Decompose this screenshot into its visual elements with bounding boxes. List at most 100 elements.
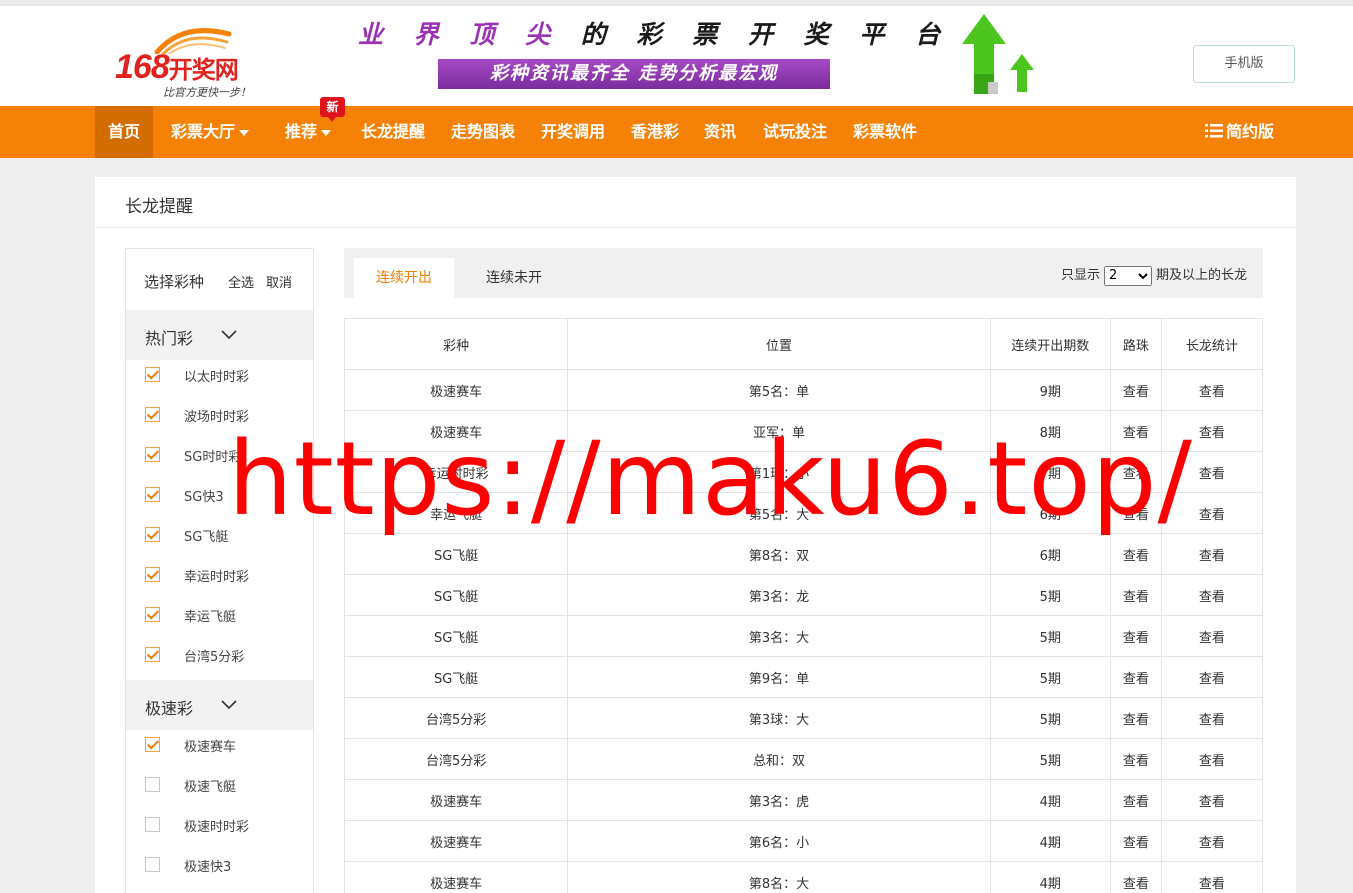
simple-version-button[interactable]: 简约版	[1205, 106, 1274, 158]
nav-trial-bet[interactable]: 试玩投注	[763, 106, 827, 158]
simple-version-label: 简约版	[1226, 122, 1275, 141]
chevron-down-icon	[221, 700, 237, 710]
nav-lottery-hall[interactable]: 彩票大厅	[171, 106, 250, 158]
roadmap-link[interactable]: 查看	[1109, 656, 1162, 698]
roadmap-link[interactable]: 查看	[1109, 738, 1162, 780]
tab-bar: 连续开出 连续未开 只显示2345678910期及以上的长龙	[344, 248, 1263, 298]
checkbox-unchecked[interactable]	[145, 777, 160, 792]
roadmap-link[interactable]: 查看	[1109, 410, 1162, 452]
nav-trend-charts[interactable]: 走势图表	[451, 106, 515, 158]
roadmap-link[interactable]: 查看	[1109, 574, 1162, 616]
dragon-stats-link[interactable]: 查看	[1160, 738, 1264, 780]
deselect-all-button[interactable]: 取消	[266, 272, 292, 291]
table-row: SG飞艇 第9名：单 5期 查看 查看	[343, 656, 1264, 698]
roadmap-link[interactable]: 查看	[1109, 697, 1162, 739]
dragon-stats-link[interactable]: 查看	[1160, 697, 1264, 739]
column-header: 长龙统计	[1160, 318, 1264, 370]
mobile-version-button[interactable]: 手机版	[1193, 45, 1295, 83]
nav-draw-api[interactable]: 开奖调用	[541, 106, 605, 158]
dragon-stats-link[interactable]: 查看	[1160, 533, 1264, 575]
lottery-name-cell: SG飞艇	[343, 615, 569, 657]
period-select[interactable]: 2345678910	[1103, 265, 1152, 286]
checkbox-checked[interactable]	[145, 407, 160, 422]
nav-software[interactable]: 彩票软件	[853, 106, 917, 158]
dragon-stats-link[interactable]: 查看	[1160, 779, 1264, 821]
roadmap-link[interactable]: 查看	[1109, 492, 1162, 534]
checkbox-checked[interactable]	[145, 367, 160, 382]
page-title: 长龙提醒	[125, 197, 193, 217]
checkbox-checked[interactable]	[145, 527, 160, 542]
checkbox-checked[interactable]	[145, 487, 160, 502]
table-row: 台湾5分彩 第3球：大 5期 查看 查看	[343, 697, 1264, 739]
streak-count-cell: 8期	[989, 410, 1111, 452]
roadmap-link[interactable]: 查看	[1109, 820, 1162, 862]
lottery-name-cell: 极速赛车	[343, 410, 569, 452]
checkbox-unchecked[interactable]	[145, 857, 160, 872]
divider	[95, 227, 1296, 228]
roadmap-link[interactable]: 查看	[1109, 779, 1162, 821]
lottery-name-cell: 极速赛车	[343, 861, 569, 893]
lottery-label: SG飞艇	[184, 530, 229, 545]
banner-subtitle: 彩种资讯最齐全 走势分析最宏观	[438, 59, 830, 89]
position-cell: 第3名：虎	[567, 779, 991, 821]
checkbox-checked[interactable]	[145, 737, 160, 752]
group-toggle-fast[interactable]: 极速彩	[126, 680, 313, 730]
checkbox-checked[interactable]	[145, 647, 160, 662]
nav-long-dragon[interactable]: 长龙提醒	[361, 106, 425, 158]
dragon-stats-link[interactable]: 查看	[1160, 410, 1264, 452]
lottery-label: 台湾5分彩	[184, 650, 245, 665]
streak-count-cell: 5期	[989, 656, 1111, 698]
lottery-label: 幸运飞艇	[184, 610, 237, 625]
dragon-stats-link[interactable]: 查看	[1160, 574, 1264, 616]
dragon-stats-link[interactable]: 查看	[1160, 369, 1264, 411]
dragon-stats-link[interactable]: 查看	[1160, 615, 1264, 657]
streak-count-cell: 9期	[989, 369, 1111, 411]
dragon-stats-link[interactable]: 查看	[1160, 861, 1264, 893]
streak-count-cell: 5期	[989, 574, 1111, 616]
select-all-button[interactable]: 全选	[228, 272, 254, 291]
lottery-name-cell: SG飞艇	[343, 574, 569, 616]
nav-hongkong[interactable]: 香港彩	[631, 106, 679, 158]
roadmap-link[interactable]: 查看	[1109, 533, 1162, 575]
lottery-label: 幸运时时彩	[184, 570, 250, 585]
roadmap-link[interactable]: 查看	[1109, 369, 1162, 411]
streak-count-cell: 7期	[989, 451, 1111, 493]
filter-suffix: 期及以上的长龙	[1155, 268, 1247, 283]
checkbox-checked[interactable]	[145, 447, 160, 462]
position-cell: 第1球：小	[567, 451, 991, 493]
nav-news[interactable]: 资讯	[704, 106, 736, 158]
dragon-stats-link[interactable]: 查看	[1160, 656, 1264, 698]
new-badge: 新	[320, 97, 345, 122]
roadmap-link[interactable]: 查看	[1109, 861, 1162, 893]
long-dragon-table: 彩种 位置 连续开出期数 路珠 长龙统计 极速赛车 第5名：单 9期 查看 查看 极速赛车…	[343, 318, 1264, 893]
position-cell: 第5名：大	[567, 492, 991, 534]
streak-count-cell: 5期	[989, 615, 1111, 657]
list-menu-icon	[1205, 124, 1223, 138]
dragon-stats-link[interactable]: 查看	[1160, 451, 1264, 493]
position-cell: 第8名：大	[567, 861, 991, 893]
dragon-stats-link[interactable]: 查看	[1160, 492, 1264, 534]
table-row: 台湾5分彩 总和：双 5期 查看 查看	[343, 738, 1264, 780]
filter-prefix: 只显示	[1060, 268, 1100, 283]
dragon-stats-link[interactable]: 查看	[1160, 820, 1264, 862]
main-nav: 首页 彩票大厅 推荐 长龙提醒 走势图表 开奖调用 香港彩 资讯 试玩投注 彩票…	[0, 97, 1353, 158]
chevron-down-icon	[239, 129, 250, 136]
checkbox-checked[interactable]	[145, 607, 160, 622]
streak-count-cell: 5期	[989, 738, 1111, 780]
site-logo[interactable]: 168开奖网 比官方更快一步！	[115, 20, 275, 100]
table-row: 极速赛车 第3名：虎 4期 查看 查看	[343, 779, 1264, 821]
lottery-name-cell: 台湾5分彩	[343, 738, 569, 780]
position-cell: 亚军：单	[567, 410, 991, 452]
roadmap-link[interactable]: 查看	[1109, 615, 1162, 657]
table-row: 极速赛车 第6名：小 4期 查看 查看	[343, 820, 1264, 862]
lottery-label: 极速快3	[184, 860, 232, 875]
tab-consecutive-missed[interactable]: 连续未开	[454, 258, 574, 298]
checkbox-unchecked[interactable]	[145, 817, 160, 832]
checkbox-checked[interactable]	[145, 567, 160, 582]
lottery-label: SG时时彩	[184, 450, 242, 465]
logo-number: 168	[115, 48, 170, 86]
nav-home[interactable]: 首页	[95, 106, 154, 158]
roadmap-link[interactable]: 查看	[1109, 451, 1162, 493]
tab-consecutive-drawn[interactable]: 连续开出	[354, 258, 454, 298]
group-toggle-hot[interactable]: 热门彩	[126, 310, 313, 360]
